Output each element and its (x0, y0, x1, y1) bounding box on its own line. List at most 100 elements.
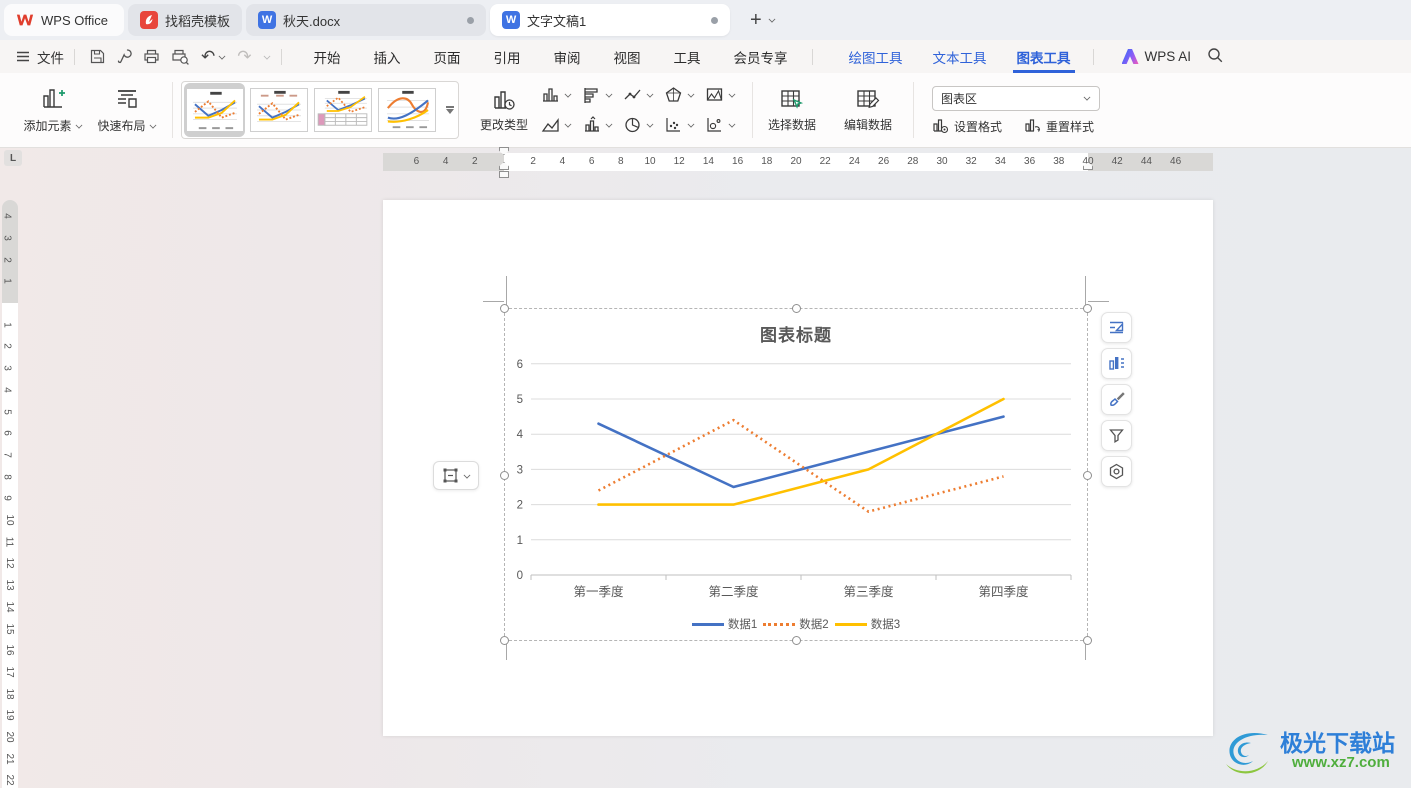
tab-chart-tools[interactable]: 图表工具 (1012, 40, 1075, 73)
menu-item-tools[interactable]: 工具 (674, 47, 701, 67)
type-surface-chart-button[interactable] (705, 81, 736, 109)
chevron-down-icon (729, 122, 735, 128)
menu-item-home[interactable]: 开始 (314, 47, 341, 67)
tab-qiutian-docx[interactable]: W 秋天.docx (246, 4, 487, 36)
menu-item-membership[interactable]: 会员专享 (734, 47, 788, 67)
chart-elements-button[interactable] (1101, 312, 1132, 343)
type-bar-chart-button[interactable] (582, 81, 613, 109)
gallery-thumb[interactable] (248, 83, 309, 137)
file-menu[interactable]: 文件 (16, 47, 64, 67)
tab-stop-selector[interactable]: L (4, 150, 22, 166)
resize-handle-s[interactable] (792, 636, 801, 645)
tab-drawing-tools[interactable]: 绘图工具 (849, 40, 903, 73)
edit-data-button[interactable]: 编辑数据 (837, 88, 899, 133)
left-indent-marker[interactable] (499, 171, 509, 178)
quick-layout-button[interactable]: 快速布局 (90, 86, 164, 134)
brush-icon (1110, 392, 1125, 406)
menu-item-page[interactable]: 页面 (434, 47, 461, 67)
tab-docer[interactable]: 找稻壳模板 (128, 4, 243, 36)
type-area-chart-button[interactable] (541, 111, 572, 139)
add-element-button[interactable]: 添加元素 (16, 86, 90, 134)
new-tab-button[interactable]: + (750, 10, 762, 30)
chart-object[interactable]: 图表标题 0 1 2 3 4 5 6 第一季度 第二季度 第三季度 第四季度 数据1 数据2 数据3 (483, 276, 1109, 660)
tab-list-chevron-icon[interactable] (769, 17, 775, 23)
legend-item[interactable]: 数据1 (691, 616, 757, 632)
undo-button[interactable]: ↶ (201, 47, 226, 67)
set-format-button[interactable]: 设置格式 (932, 118, 1002, 135)
chart-type-grid (541, 81, 736, 139)
scatter-chart-icon (666, 118, 680, 132)
horizontal-ruler[interactable]: 6 4 2 2 4 6 8 10 12 14 16 18 20 22 24 26 28 30 32 34 36 38 40 4… (383, 147, 1213, 178)
type-radar-chart-button[interactable] (664, 81, 695, 109)
redo-chevron-icon[interactable] (263, 53, 269, 59)
chart-legend[interactable]: 数据1 数据2 数据3 (505, 616, 1087, 632)
document-page[interactable]: 图表标题 0 1 2 3 4 5 6 第一季度 第二季度 第三季度 第四季度 数据1 数据2 数据3 (383, 200, 1213, 736)
watermark-logo-icon (1226, 732, 1268, 774)
menu-item-review[interactable]: 审阅 (554, 47, 581, 67)
resize-handle-e[interactable] (1083, 471, 1092, 480)
tab-current-doc[interactable]: W 文字文稿1 (490, 4, 731, 36)
brush-format-button[interactable] (1101, 384, 1132, 415)
line-chart-plot[interactable]: 0 1 2 3 4 5 6 第一季度 第二季度 第三季度 第四季度 (505, 309, 1089, 642)
type-column3d-chart-button[interactable] (582, 111, 613, 139)
menu-item-insert[interactable]: 插入 (374, 47, 401, 67)
type-column-chart-button[interactable] (541, 81, 572, 109)
type-pie-chart-button[interactable] (623, 111, 654, 139)
select-data-button[interactable]: 选择数据 (761, 88, 823, 133)
gallery-thumb-selected[interactable] (184, 83, 246, 137)
chart-filter-button[interactable] (1101, 420, 1132, 451)
edit-data-icon (857, 89, 880, 108)
ruler-number: 11 (3, 536, 15, 547)
search-button[interactable] (1207, 47, 1224, 67)
export-pdf-icon[interactable] (117, 48, 132, 65)
chart-style-thumb-1 (185, 88, 244, 132)
change-type-button[interactable]: 更改类型 (473, 88, 535, 133)
chart-style-button[interactable] (1101, 348, 1132, 379)
resize-handle-nw[interactable] (500, 304, 509, 313)
chart-title[interactable]: 图表标题 (505, 321, 1087, 346)
tab-modified-dot[interactable] (467, 16, 475, 24)
legend-item[interactable]: 数据3 (834, 616, 900, 632)
resize-handle-se[interactable] (1083, 636, 1092, 645)
type-scatter-chart-button[interactable] (664, 111, 695, 139)
menu-item-reference[interactable]: 引用 (494, 47, 521, 67)
column3d-chart-icon (585, 116, 599, 132)
layout-options-button[interactable] (433, 461, 479, 490)
type-bubble-chart-button[interactable] (705, 111, 736, 139)
line-chart-icon (624, 89, 641, 100)
chevron-down-icon (463, 472, 469, 478)
legend-line-sample (763, 622, 796, 626)
tab-modified-dot[interactable] (711, 16, 719, 24)
resize-handle-n[interactable] (792, 304, 801, 313)
redo-icon[interactable]: ↷ (237, 47, 251, 67)
legend-item[interactable]: 数据2 (763, 616, 829, 632)
save-icon[interactable] (89, 48, 106, 65)
menu-item-view[interactable]: 视图 (614, 47, 641, 67)
tab-text-tools[interactable]: 文本工具 (933, 40, 987, 73)
ruler-number: 8 (1, 473, 13, 480)
chart-settings-button[interactable] (1101, 456, 1132, 487)
type-line-chart-button[interactable] (623, 81, 654, 109)
reset-style-button[interactable]: 重置样式 (1024, 118, 1094, 135)
surface-chart-icon (706, 88, 723, 101)
ruler-number: 2 (472, 156, 478, 167)
vertical-ruler[interactable]: 4 3 2 1 1 2 3 4 5 6 7 8 9 10 11 12 13 14 15 16 17 18 19 20 21 22 (1, 200, 18, 788)
wps-ai-button[interactable]: WPS AI (1121, 49, 1191, 64)
gallery-more-icon (445, 106, 454, 108)
extension-line (1088, 301, 1109, 302)
divider (280, 48, 282, 65)
gallery-thumb[interactable] (313, 83, 374, 137)
resize-handle-w[interactable] (500, 471, 509, 480)
resize-handle-sw[interactable] (500, 636, 509, 645)
resize-handle-ne[interactable] (1083, 304, 1092, 313)
gallery-more-button[interactable] (443, 106, 456, 114)
ruler-number: 22 (819, 156, 831, 167)
print-icon[interactable] (143, 48, 160, 65)
chevron-down-icon (606, 122, 612, 128)
tab-wps-home[interactable]: WPS Office (4, 4, 124, 36)
chevron-down-icon (565, 92, 571, 98)
print-preview-icon[interactable] (171, 48, 190, 65)
ruler-number: 18 (4, 688, 16, 700)
gallery-thumb[interactable] (377, 83, 438, 137)
chart-element-selector[interactable]: 图表区 (932, 85, 1100, 111)
